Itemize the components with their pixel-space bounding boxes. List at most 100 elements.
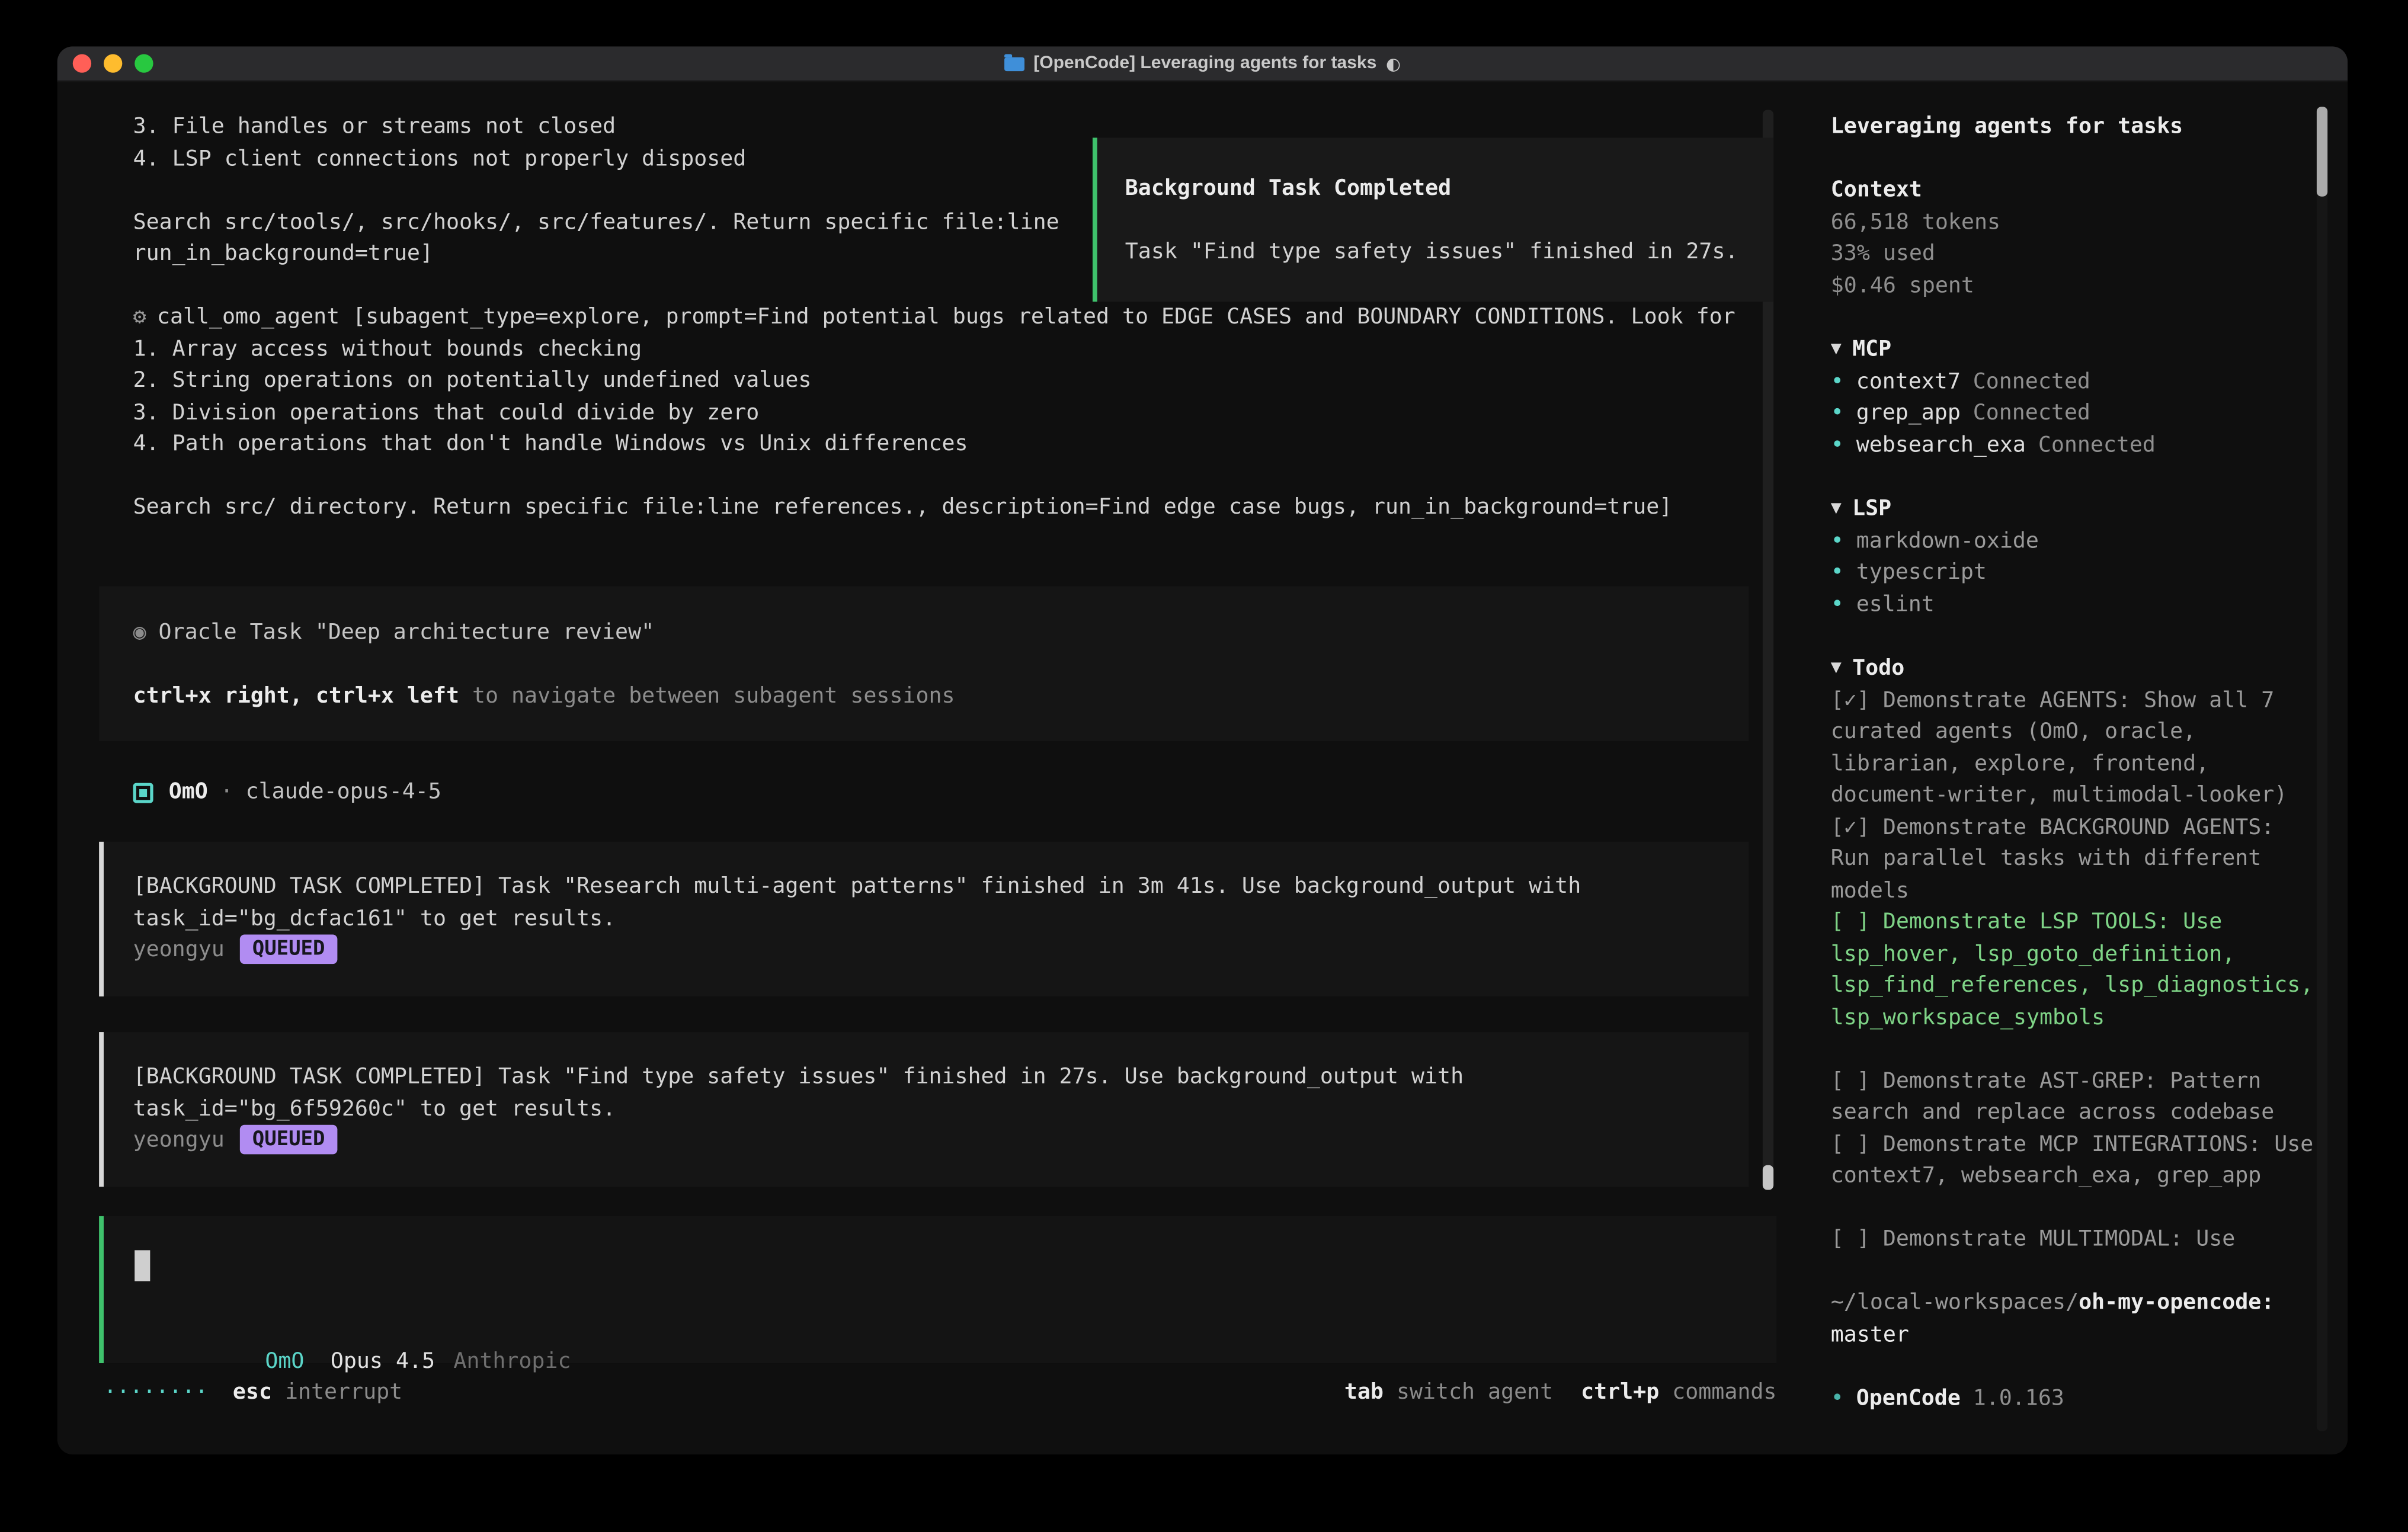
terminal-line-blank <box>133 460 1735 492</box>
mcp-heading[interactable]: ▼MCP <box>1831 334 2320 366</box>
shortcut-description: to navigate between subagent sessions <box>459 684 955 709</box>
minimize-button[interactable] <box>104 54 122 72</box>
zoom-button[interactable] <box>135 54 153 72</box>
mcp-section: ▼MCP •context7Connected •grep_appConnect… <box>1831 334 2320 461</box>
input-agent-name: OmO <box>265 1348 304 1373</box>
terminal-line-blank <box>133 175 1059 207</box>
app-window: [OpenCode] Leveraging agents for tasks ◐… <box>57 46 2348 1454</box>
context-heading: Context <box>1831 175 2320 207</box>
agent-header: OmO · claude-opus-4-5 <box>133 777 441 809</box>
bullet-icon: • <box>1831 528 1844 553</box>
model-selector-row[interactable]: OmOOpus 4.5Anthropic <box>135 1313 571 1345</box>
chevron-down-icon: ▼ <box>1831 501 1842 517</box>
lsp-heading-label: LSP <box>1852 496 1891 521</box>
mcp-item: •grep_appConnected <box>1831 398 2320 430</box>
chevron-down-icon: ▼ <box>1831 661 1842 676</box>
bullet-icon: • <box>1831 432 1844 457</box>
lsp-section: ▼ LSP • markdown-oxide • typescript • eslint <box>1831 493 2320 620</box>
terminal-line: 4. LSP client connections not properly d… <box>133 143 1059 175</box>
window-title-text: [OpenCode] Leveraging agents for tasks <box>1033 54 1376 72</box>
message-card: [BACKGROUND TASK COMPLETED] Task "Resear… <box>99 842 1749 996</box>
tool-call-text: call_omo_agent [subagent_type=explore, p… <box>157 305 1735 330</box>
bullet-icon: • <box>1831 369 1844 394</box>
sidebar-content: Leveraging agents for tasks Context 66,5… <box>1831 111 2320 1414</box>
mcp-item: •context7Connected <box>1831 366 2320 398</box>
workspace-branch: master <box>1831 1322 1909 1347</box>
agent-model: claude-opus-4-5 <box>246 777 441 809</box>
terminal-line: 3. File handles or streams not closed <box>133 111 1059 143</box>
workspace-path: ~/local-workspaces/oh-my-opencode: maste… <box>1831 1287 2320 1351</box>
app-name: OpenCode <box>1856 1386 1961 1411</box>
agent-name: OmO <box>169 777 208 809</box>
todo-section: ▼Todo [✓] Demonstrate AGENTS: Show all 7… <box>1831 652 2320 1256</box>
message-text: [BACKGROUND TASK COMPLETED] Task "Resear… <box>133 871 1718 934</box>
sidebar: Leveraging agents for tasks Context 66,5… <box>1806 81 2348 1454</box>
lsp-item: • typescript <box>1831 557 2320 589</box>
terminal-line: 1. Array access without bounds checking <box>133 334 1735 366</box>
status-left: ········ esc interrupt <box>104 1377 402 1409</box>
context-section: Context 66,518 tokens 33% used $0.46 spe… <box>1831 175 2320 302</box>
message-meta: yeongyu QUEUED <box>133 1125 1718 1157</box>
oracle-task-title-line: ◉ Oracle Task "Deep architecture review" <box>133 617 1718 649</box>
lsp-item-name: markdown-oxide <box>1856 528 2039 553</box>
tool-call-line: ⚙call_omo_agent [subagent_type=explore, … <box>133 302 1735 334</box>
notification-body: Task "Find type safety issues" finished … <box>1125 237 1773 269</box>
message-author: yeongyu <box>133 938 225 963</box>
queued-badge: QUEUED <box>240 1125 337 1155</box>
message-meta: yeongyu QUEUED <box>133 935 1718 967</box>
window-title: [OpenCode] Leveraging agents for tasks ◐ <box>57 53 2348 73</box>
mcp-item-status: Connected <box>2038 432 2156 457</box>
lsp-heading[interactable]: ▼ LSP <box>1831 493 2320 525</box>
todo-item-done: [✓] Demonstrate BACKGROUND AGENTS: Run p… <box>1831 812 2320 907</box>
lsp-item-name: typescript <box>1856 560 1987 585</box>
oracle-task-title: Oracle Task "Deep architecture review" <box>159 620 655 645</box>
sidebar-scrollbar-thumb[interactable] <box>2317 107 2327 196</box>
context-spent: $0.46 spent <box>1831 270 2320 302</box>
notification-title: Background Task Completed <box>1125 174 1773 206</box>
tool-call-block: ⚙call_omo_agent [subagent_type=explore, … <box>133 302 1735 524</box>
mcp-item-name: grep_app <box>1856 400 1961 425</box>
queued-badge: QUEUED <box>240 935 337 964</box>
titlebar[interactable]: [OpenCode] Leveraging agents for tasks ◐ <box>57 46 2348 82</box>
terminal-output-top: 3. File handles or streams not closed 4.… <box>133 111 1059 270</box>
sidebar-title: Leveraging agents for tasks <box>1831 111 2320 143</box>
traffic-lights <box>73 54 153 72</box>
lsp-item-name: eslint <box>1856 592 1935 617</box>
todo-item-pending: [ ] Demonstrate MCP INTEGRATIONS: Use co… <box>1831 1129 2320 1192</box>
message-author: yeongyu <box>133 1128 225 1153</box>
todo-heading-label: Todo <box>1852 655 1904 680</box>
context-used: 33% used <box>1831 238 2320 270</box>
interrupt-label: interrupt <box>272 1380 402 1405</box>
todo-item-active: [ ] Demonstrate LSP TOOLS: Use lsp_hover… <box>1831 907 2320 1034</box>
terminal-line: run_in_background=true] <box>133 238 1059 270</box>
tab-key-hint: tab <box>1344 1380 1384 1405</box>
message-card: [BACKGROUND TASK COMPLETED] Task "Find t… <box>99 1032 1749 1187</box>
todo-heading[interactable]: ▼ Todo <box>1831 652 2320 685</box>
status-bar: ········ esc interrupt tab switch agentct… <box>104 1377 1776 1409</box>
background-task-notification[interactable]: Background Task Completed Task "Find typ… <box>1093 137 1773 302</box>
input-model-name: Opus 4.5 <box>331 1348 435 1373</box>
close-button[interactable] <box>73 54 91 72</box>
todo-item-pending: [ ] Demonstrate MULTIMODAL: Use <box>1831 1224 2320 1256</box>
mcp-item-name: websearch_exa <box>1856 432 2026 457</box>
mcp-item-status: Connected <box>1973 369 2090 394</box>
sidebar-scrollbar[interactable] <box>2317 107 2327 1431</box>
terminal-line: 2. String operations on potentially unde… <box>133 365 1735 397</box>
terminal-pane: 3. File handles or streams not closed 4.… <box>57 81 1806 1454</box>
bullet-icon: • <box>1831 560 1844 585</box>
todo-item-pending: [ ] Demonstrate AST-GREP: Pattern search… <box>1831 1065 2320 1129</box>
main-scrollbar-thumb[interactable] <box>1763 1165 1773 1190</box>
prompt-input[interactable]: OmOOpus 4.5Anthropic <box>99 1216 1776 1363</box>
esc-key-hint: esc <box>233 1380 272 1405</box>
session-progress-icon: ◐ <box>1386 53 1401 73</box>
shortcut-keys: ctrl+x right, ctrl+x left <box>133 684 459 709</box>
mcp-item: • websearch_exa Connected <box>1831 430 2320 461</box>
oracle-bullet-icon: ◉ <box>133 620 146 645</box>
status-right: tab switch agentctrl+p commands <box>1344 1377 1777 1409</box>
commands-label: commands <box>1659 1380 1776 1405</box>
progress-dots: ········ <box>104 1380 208 1405</box>
agent-checkbox-icon <box>133 783 153 803</box>
text-cursor <box>135 1250 150 1281</box>
folder-icon <box>1004 56 1024 70</box>
terminal-line: Search src/tools/, src/hooks/, src/featu… <box>133 207 1059 239</box>
